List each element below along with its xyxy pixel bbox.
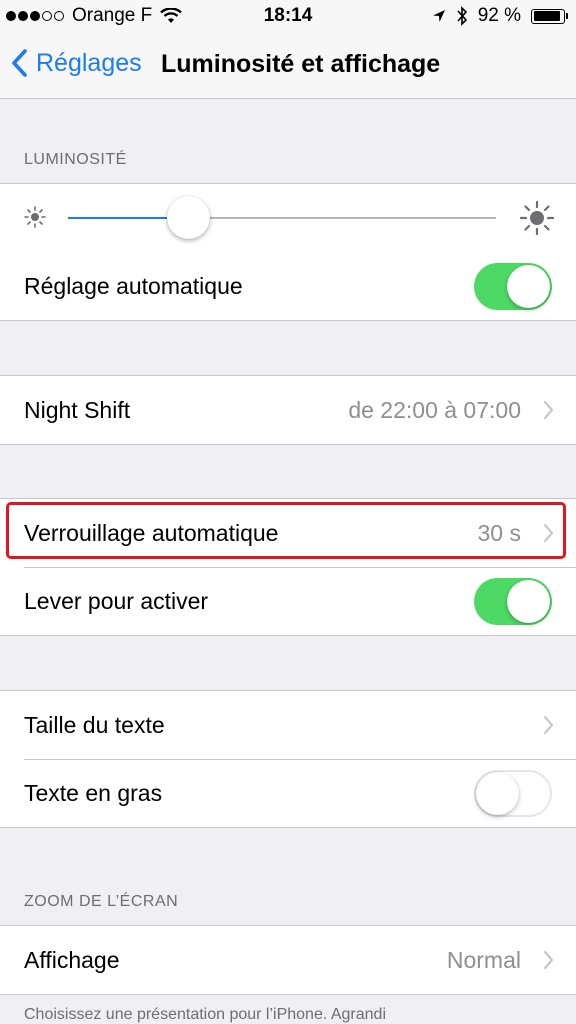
back-button[interactable]: Réglages <box>10 48 142 78</box>
auto-brightness-row: Réglage automatique <box>0 252 576 320</box>
auto-brightness-toggle[interactable] <box>474 263 552 310</box>
display-zoom-row[interactable]: Affichage Normal <box>0 926 576 994</box>
status-bar: Orange F 18:14 92 % <box>0 0 576 34</box>
navigation-bar: Réglages Luminosité et affichage <box>0 34 576 99</box>
brightness-high-icon <box>520 201 554 235</box>
raise-to-wake-label: Lever pour activer <box>24 587 209 614</box>
brightness-slider[interactable] <box>68 196 496 239</box>
section-header-brightness: LUMINOSITÉ <box>24 151 127 168</box>
highlight-box <box>6 502 566 559</box>
display-zoom-group: Affichage Normal <box>0 925 576 995</box>
back-label: Réglages <box>36 48 142 77</box>
battery-icon <box>531 8 568 24</box>
raise-to-wake-row: Lever pour activer <box>0 567 576 635</box>
display-zoom-footer: Choisissez une présentation pour l’iPhon… <box>24 1006 387 1023</box>
chevron-right-icon <box>543 950 554 970</box>
bold-text-label: Texte en gras <box>24 779 163 806</box>
page-title: Luminosité et affichage <box>161 50 441 78</box>
night-shift-value: de 22:00 à 07:00 <box>348 396 521 423</box>
display-zoom-value: Normal <box>446 946 521 973</box>
section-header-display-zoom: ZOOM DE L’ÉCRAN <box>24 893 179 910</box>
bold-text-toggle[interactable] <box>474 770 552 817</box>
brightness-slider-knob[interactable] <box>166 196 210 239</box>
chevron-right-icon <box>543 400 554 420</box>
night-shift-group: Night Shift de 22:00 à 07:00 <box>0 375 576 445</box>
chevron-right-icon <box>543 715 554 735</box>
text-size-row[interactable]: Taille du texte <box>0 691 576 759</box>
night-shift-label: Night Shift <box>24 396 131 423</box>
brightness-slider-row <box>0 184 576 252</box>
display-zoom-label: Affichage <box>24 946 120 973</box>
bluetooth-icon <box>457 6 467 26</box>
text-size-label: Taille du texte <box>24 711 165 738</box>
battery-percent: 92 % <box>477 5 521 26</box>
text-group: Taille du texte Texte en gras <box>0 690 576 828</box>
brightness-low-icon <box>24 206 46 228</box>
brightness-group: Réglage automatique <box>0 183 576 321</box>
auto-brightness-label: Réglage automatique <box>24 272 243 299</box>
bold-text-row: Texte en gras <box>0 759 576 827</box>
status-right: 92 % <box>432 5 568 27</box>
location-arrow-icon <box>432 10 445 22</box>
chevron-left-icon <box>12 49 27 77</box>
night-shift-row[interactable]: Night Shift de 22:00 à 07:00 <box>0 376 576 444</box>
raise-to-wake-toggle[interactable] <box>474 578 552 625</box>
